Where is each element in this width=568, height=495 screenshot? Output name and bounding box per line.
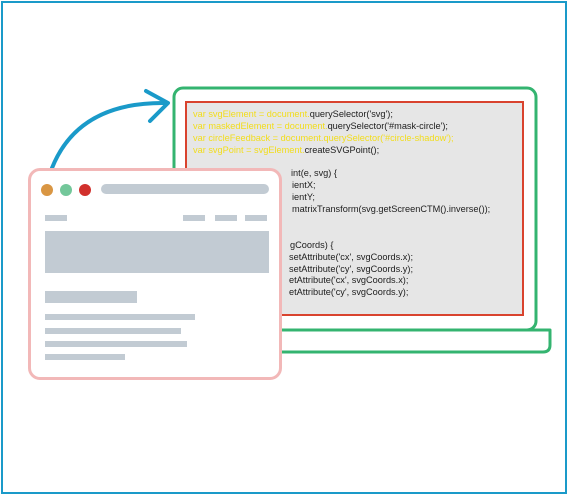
code-text: querySelector('#mask-circle'); [327, 120, 448, 131]
code-text: matrixTransform(svg.getScreenCTM().inver… [292, 204, 491, 215]
curved-arrow-icon [50, 89, 170, 170]
nav-link-placeholder [215, 215, 237, 221]
code-text: ientY; [292, 192, 315, 203]
code-line: var circleFeedback = document.querySelec… [193, 133, 522, 145]
text-line-placeholder [45, 314, 195, 320]
heading-placeholder [45, 291, 137, 303]
code-line: var svgPoint = svgElement.createSVGPoint… [193, 145, 522, 157]
code-text: gCoords) { [290, 239, 334, 250]
code-text: setAttribute('cx', svgCoords.x); [289, 251, 414, 262]
hero-placeholder [45, 231, 269, 273]
text-line-placeholder [45, 354, 125, 360]
nav-link-placeholder [245, 215, 267, 221]
address-bar [101, 184, 269, 194]
code-highlight: var svgElement = document. [193, 109, 310, 119]
nav-link-placeholder [183, 215, 205, 221]
window-dot-orange [41, 184, 53, 196]
code-text: querySelector('svg'); [309, 109, 393, 119]
browser-window [28, 168, 282, 380]
code-text: int(e, svg) { [291, 168, 337, 179]
code-text: createSVGPoint(); [304, 144, 380, 155]
code-text: etAttribute('cy', svgCoords.y); [289, 287, 409, 298]
window-dot-red [79, 184, 91, 196]
code-text: setAttribute('cy', svgCoords.y); [289, 263, 414, 274]
code-highlight: var maskedElement = document. [193, 120, 328, 131]
code-text: etAttribute('cx', svgCoords.x); [289, 275, 409, 286]
code-line: var maskedElement = document.querySelect… [193, 121, 522, 133]
code-highlight: var svgPoint = svgElement. [193, 144, 305, 155]
code-text: ientX; [292, 180, 316, 191]
text-line-placeholder [45, 341, 187, 347]
nav-logo-placeholder [45, 215, 67, 221]
text-line-placeholder [45, 328, 181, 334]
window-dot-green [60, 184, 72, 196]
code-line: var svgElement = document.querySelector(… [193, 109, 522, 121]
code-highlight: var circleFeedback = document.querySelec… [193, 132, 454, 143]
